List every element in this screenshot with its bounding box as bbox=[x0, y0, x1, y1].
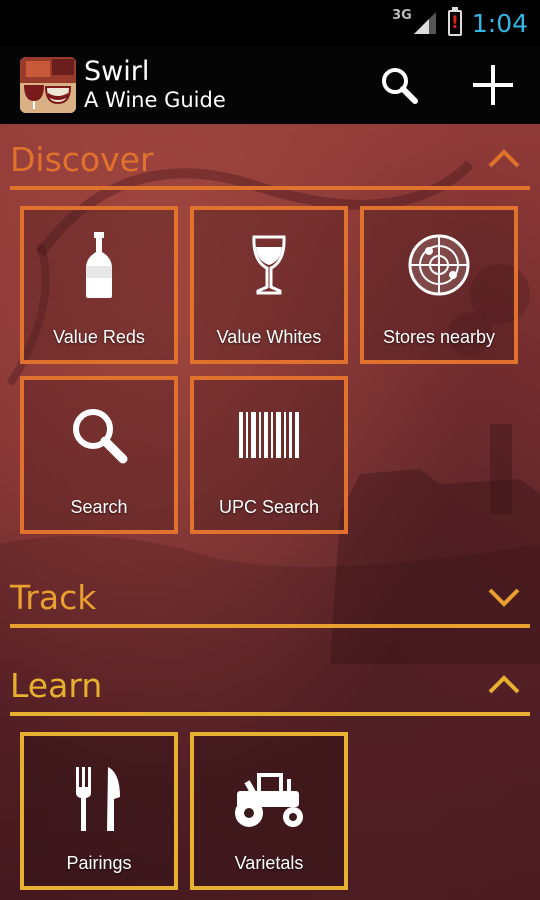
clock: 1:04 bbox=[471, 8, 528, 38]
action-bar: Swirl A Wine Guide bbox=[0, 46, 540, 124]
wine-bottle-icon bbox=[24, 210, 174, 320]
add-button[interactable] bbox=[446, 46, 540, 124]
signal-icon bbox=[412, 10, 438, 36]
tile-label: Search bbox=[70, 497, 128, 517]
radar-icon bbox=[364, 210, 514, 320]
section-title-learn: Learn bbox=[10, 665, 103, 705]
plus-icon bbox=[473, 65, 513, 105]
app-subtitle: A Wine Guide bbox=[84, 88, 226, 112]
tile-label: Value Whites bbox=[216, 327, 322, 347]
tractor-icon bbox=[194, 744, 344, 854]
wine-glass-icon bbox=[194, 210, 344, 320]
network-type: 3G bbox=[392, 7, 412, 23]
app-title: Swirl bbox=[84, 56, 150, 87]
tile-search[interactable]: Search bbox=[20, 376, 178, 534]
search-button[interactable] bbox=[352, 46, 446, 124]
tile-pairings[interactable]: Pairings bbox=[20, 732, 178, 890]
search-icon bbox=[24, 380, 174, 490]
barcode-icon bbox=[194, 380, 344, 490]
battery-alert-icon: ! bbox=[447, 7, 462, 36]
section-title-discover: Discover bbox=[10, 139, 154, 179]
tile-value-whites[interactable]: Value Whites bbox=[190, 206, 348, 364]
fork-knife-icon bbox=[24, 744, 174, 854]
section-track-header[interactable]: Track bbox=[10, 570, 530, 628]
section-discover-header[interactable]: Discover bbox=[10, 132, 530, 190]
tile-label: Varietals bbox=[234, 853, 304, 873]
app-logo[interactable] bbox=[20, 57, 76, 113]
tile-stores-nearby[interactable]: Stores nearby bbox=[360, 206, 518, 364]
main-content[interactable]: Discover Value Reds Value Whites Stores … bbox=[0, 124, 540, 900]
chevron-up-icon bbox=[488, 675, 520, 694]
tile-label: Pairings bbox=[66, 853, 132, 873]
status-bar: 3G ! 1:04 bbox=[0, 0, 540, 46]
chevron-up-icon bbox=[488, 149, 520, 168]
section-title-track: Track bbox=[10, 577, 97, 617]
tile-label: UPC Search bbox=[218, 497, 320, 517]
tile-upc-search[interactable]: UPC Search bbox=[190, 376, 348, 534]
tile-varietals[interactable]: Varietals bbox=[190, 732, 348, 890]
search-icon bbox=[382, 68, 418, 104]
chevron-down-icon bbox=[488, 588, 520, 607]
section-learn-header[interactable]: Learn bbox=[10, 658, 530, 716]
tile-label: Value Reds bbox=[53, 327, 145, 347]
tile-label: Stores nearby bbox=[382, 327, 496, 347]
tile-value-reds[interactable]: Value Reds bbox=[20, 206, 178, 364]
